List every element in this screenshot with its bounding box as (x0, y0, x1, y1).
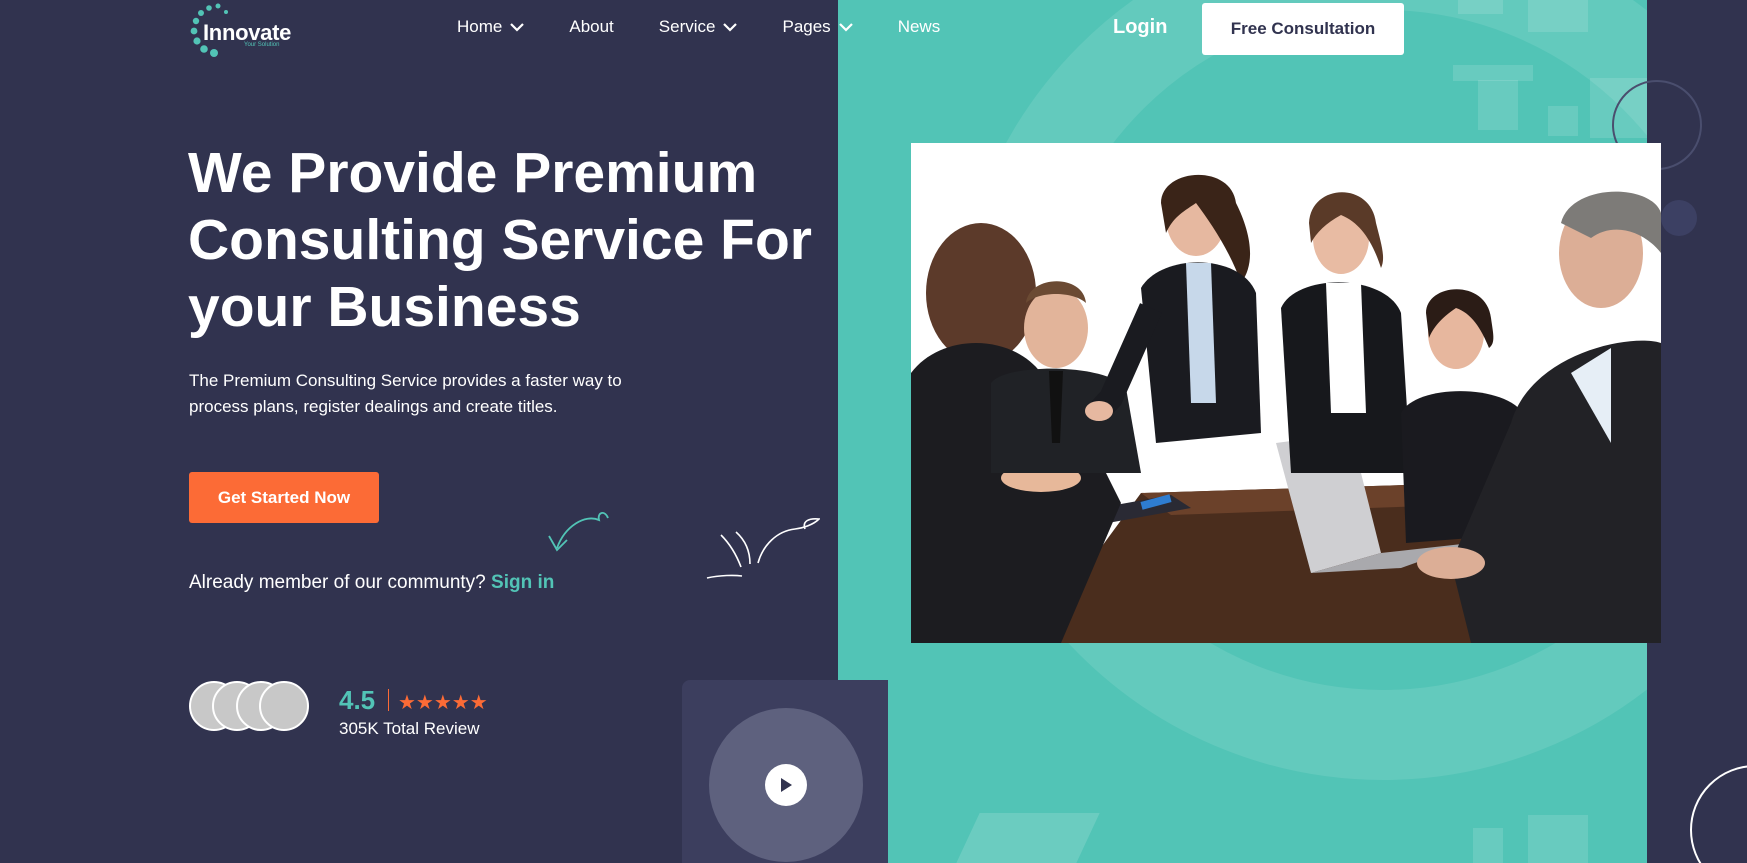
business-meeting-illustration (911, 143, 1661, 643)
nav-item-label: About (569, 17, 614, 36)
hero-title-line: We Provide Premium (188, 141, 758, 205)
nav-item-service[interactable]: Service (659, 17, 738, 37)
hero-title: We Provide Premium Consulting Service Fo… (188, 140, 838, 341)
avatar (259, 681, 309, 731)
free-consultation-button[interactable]: Free Consultation (1202, 3, 1404, 55)
brand-tagline: Your Solution (244, 42, 280, 48)
hero-subtitle-line: The Premium Consulting Service provides … (189, 371, 622, 390)
nav-item-about[interactable]: About (569, 17, 613, 37)
reviewer-avatars (189, 681, 309, 731)
decorative-square (1548, 106, 1578, 136)
member-text: Already member of our communty? (189, 572, 486, 593)
hero-subtitle-line: process plans, register dealings and cre… (189, 397, 558, 416)
rating-value: 4.5 (339, 685, 376, 715)
video-circle (709, 708, 863, 862)
hero-image-business-meeting (911, 143, 1661, 643)
burst-doodle-icon (706, 518, 820, 579)
decorative-square (1528, 0, 1588, 32)
rating-divider (388, 689, 389, 711)
decorative-square (1473, 828, 1503, 863)
member-signin-prompt: Already member of our communty? Sign in (189, 572, 554, 594)
play-icon (781, 778, 792, 792)
login-link[interactable]: Login (1113, 16, 1167, 39)
hero-title-line: your Business (188, 275, 581, 339)
chevron-down-icon (723, 22, 738, 32)
video-thumbnail (682, 680, 888, 863)
decorative-square (1528, 815, 1588, 863)
nav-item-label: Home (457, 17, 503, 36)
decorative-square (1478, 80, 1518, 130)
nav-item-pages[interactable]: Pages (782, 17, 853, 37)
decorative-ring (1690, 765, 1747, 863)
decorative-slant (956, 813, 1100, 863)
nav-item-label: Pages (782, 17, 831, 36)
signin-link[interactable]: Sign in (491, 572, 554, 593)
nav-item-home[interactable]: Home (457, 17, 525, 37)
chevron-down-icon (838, 22, 853, 32)
nav-item-label: News (897, 17, 941, 36)
star-icon: ★★★★★ (398, 692, 488, 714)
brand-logo[interactable]: Innovate Your Solution (188, 2, 298, 58)
play-button[interactable] (765, 764, 807, 806)
decorative-square (1458, 0, 1503, 14)
hero-title-line: Consulting Service For (188, 208, 812, 272)
nav-item-news[interactable]: News (898, 17, 941, 37)
chevron-down-icon (510, 22, 525, 32)
arrow-doodle-icon (548, 512, 609, 552)
nav-item-label: Service (658, 17, 716, 36)
decorative-dot (1661, 200, 1697, 236)
total-review-count: 305K Total Review (339, 719, 480, 738)
main-nav: Home About Service Pages News (457, 17, 985, 37)
decorative-square (1453, 65, 1533, 81)
get-started-button[interactable]: Get Started Now (189, 472, 379, 523)
hero-subtitle: The Premium Consulting Service provides … (189, 368, 689, 420)
